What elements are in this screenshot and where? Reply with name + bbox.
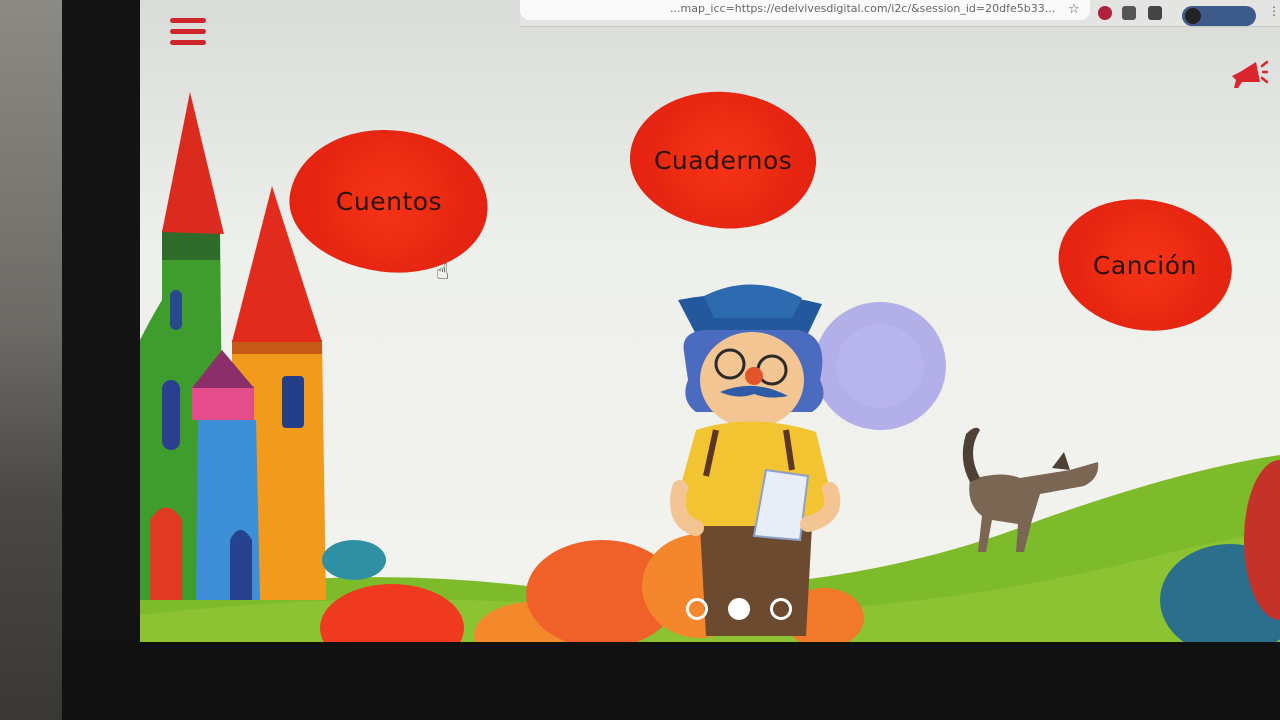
- monitor-bezel-bottom: [62, 640, 1280, 720]
- carousel-dots: [686, 598, 792, 620]
- carousel-dot-1[interactable]: [686, 598, 708, 620]
- nav-cancion-label: Canción: [1093, 250, 1197, 280]
- profile-button[interactable]: [1182, 6, 1256, 26]
- hamburger-menu-icon[interactable]: [170, 18, 206, 48]
- nav-cuadernos-label: Cuadernos: [653, 145, 793, 175]
- browser-menu-icon[interactable]: ⋮: [1268, 4, 1280, 18]
- app-screen: ...map_icc=https://edelvivesdigital.com/…: [140, 0, 1280, 642]
- avatar: [1185, 8, 1201, 24]
- extension-icon[interactable]: [1098, 6, 1112, 20]
- address-bar[interactable]: ...map_icc=https://edelvivesdigital.com/…: [520, 0, 1090, 20]
- carousel-dot-3[interactable]: [770, 598, 792, 620]
- megaphone-icon[interactable]: [1228, 58, 1268, 92]
- background-photo-left: [0, 0, 70, 720]
- carousel-dot-2[interactable]: [728, 598, 750, 620]
- hand-cursor-icon: ☝: [436, 260, 450, 285]
- nav-cuentos-label: Cuentos: [335, 186, 443, 216]
- extension-icon[interactable]: [1148, 6, 1162, 20]
- monitor-bezel-left: [62, 0, 142, 720]
- extension-icon[interactable]: [1122, 6, 1136, 20]
- bookmark-star-icon[interactable]: ☆: [1068, 2, 1080, 17]
- browser-toolbar: ...map_icc=https://edelvivesdigital.com/…: [520, 0, 1280, 27]
